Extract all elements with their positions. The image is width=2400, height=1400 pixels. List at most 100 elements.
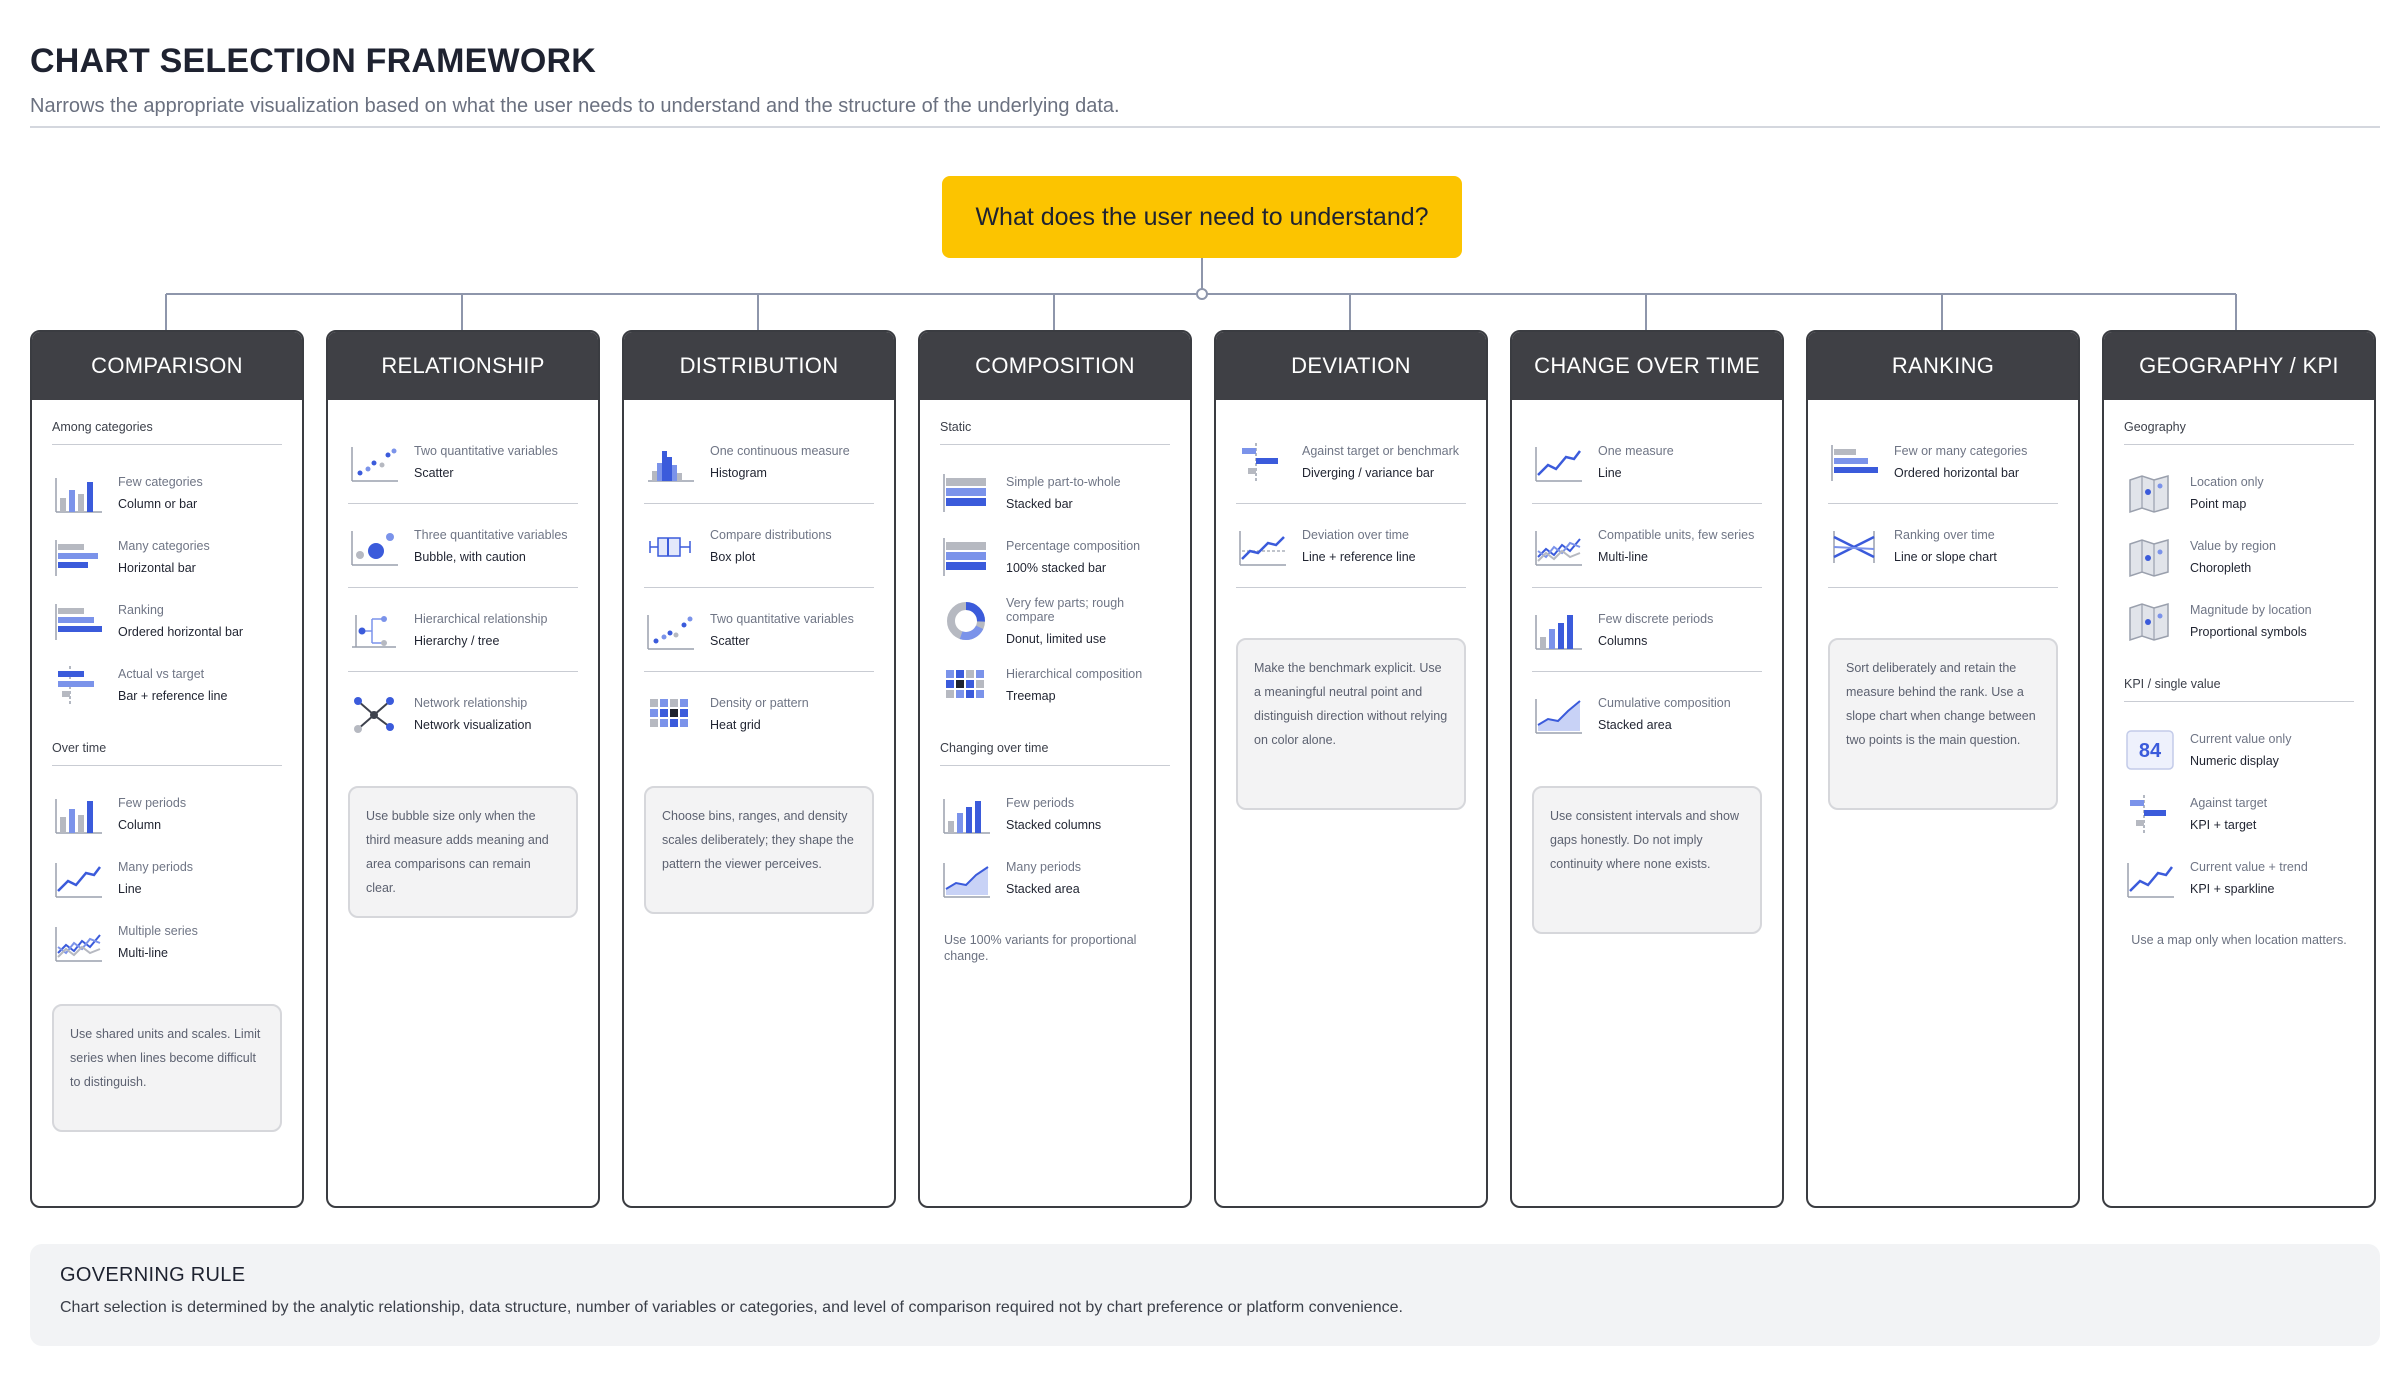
item-value: Line + reference line — [1302, 549, 1416, 564]
item-label: Magnitude by location — [2190, 603, 2312, 617]
item-value: KPI + sparkline — [2190, 882, 2275, 896]
list-item: Few discrete periods Columns — [1532, 588, 1762, 672]
column-note: Choose bins, ranges, and density scales … — [644, 786, 874, 914]
item-value: Stacked columns — [1006, 818, 1102, 832]
list-item: Three quantitative variables Bubble, wit… — [348, 504, 578, 588]
item-value: Bar + reference line — [118, 689, 228, 703]
item-label: Many periods — [1006, 860, 1082, 874]
list-item: Few periods Stacked columns — [940, 782, 1170, 846]
item-value: Ordered horizontal bar — [118, 625, 244, 639]
kpi-target-icon — [2130, 795, 2166, 835]
column-ranking: RANKING Few or many categories Ordered h… — [1806, 330, 2080, 1208]
hierarchy-icon — [352, 614, 396, 648]
list-item: Density or pattern Heat grid — [644, 672, 874, 756]
item-value: Columns — [1598, 633, 1648, 648]
line-chart-icon — [55, 863, 102, 898]
item-label: One measure — [1598, 443, 1674, 458]
item-value: Multi-line — [1598, 549, 1649, 564]
stacked-area-icon — [1535, 699, 1582, 734]
item-label: Simple part-to-whole — [1006, 475, 1121, 489]
map-icon — [2129, 475, 2169, 514]
item-value: Column — [118, 818, 162, 832]
ordered-bar-icon — [55, 604, 102, 640]
section-label: KPI / single value — [2124, 677, 2354, 702]
item-value: Ordered horizontal bar — [1894, 465, 2020, 480]
item-value: Point map — [2190, 497, 2247, 511]
sparkline-icon — [2127, 863, 2174, 898]
item-label: Current value + trend — [2190, 860, 2308, 874]
item-label: Value by region — [2190, 539, 2276, 553]
item-label: Few categories — [118, 475, 203, 489]
item-label: Three quantitative variables — [414, 527, 568, 542]
list-item: Few periods Column — [52, 782, 282, 846]
stacked-columns-icon — [943, 799, 990, 834]
line-chart-icon — [1535, 446, 1582, 482]
item-label: Network relationship — [414, 696, 528, 710]
list-item: Very few parts; rough compare Donut, lim… — [940, 589, 1170, 653]
column-title: RELATIONSHIP — [328, 332, 598, 400]
column-comparison: COMPARISON Among categories Few categori… — [30, 330, 304, 1208]
list-item: Network relationship Network visualizati… — [348, 672, 578, 756]
page-title: CHART SELECTION FRAMEWORK — [30, 42, 596, 80]
column-title: DISTRIBUTION — [624, 332, 894, 400]
column-title: DEVIATION — [1216, 332, 1486, 400]
item-label: Few discrete periods — [1598, 611, 1714, 626]
column-title: CHANGE OVER TIME — [1512, 332, 1782, 400]
governing-rule: GOVERNING RULE Chart selection is determ… — [30, 1244, 2380, 1346]
item-value: Multi-line — [118, 946, 169, 960]
multi-line-icon — [55, 927, 102, 962]
item-label: Hierarchical composition — [1006, 667, 1143, 681]
list-item: Value by region Choropleth — [2124, 525, 2354, 589]
item-value: KPI + target — [2190, 818, 2257, 832]
header: CHART SELECTION FRAMEWORK Narrows the ap… — [30, 42, 2380, 118]
item-label: Against target or benchmark — [1302, 443, 1460, 458]
column-title: GEOGRAPHY / KPI — [2104, 332, 2374, 400]
section-label: Geography — [2124, 420, 2354, 445]
histogram-icon — [648, 450, 694, 482]
item-label: Location only — [2190, 475, 2264, 489]
map-icon — [2129, 539, 2169, 578]
section-label: Over time — [52, 741, 282, 766]
item-label: Compare distributions — [710, 527, 832, 542]
list-item: Hierarchical composition Treemap — [940, 653, 1170, 717]
central-question: What does the user need to understand? — [942, 176, 1462, 258]
list-item: Cumulative composition Stacked area — [1532, 672, 1762, 756]
column-change-over-time: CHANGE OVER TIME One measure Line Compat… — [1510, 330, 1784, 1208]
item-label: Ranking — [118, 603, 164, 617]
item-label: Against target — [2190, 796, 2268, 810]
item-value: Stacked area — [1006, 882, 1080, 896]
item-label: Ranking over time — [1894, 527, 1995, 542]
item-value: Donut, limited use — [1006, 632, 1107, 646]
page-subtitle: Narrows the appropriate visualization ba… — [30, 95, 1120, 117]
kpi-number-icon: 84 — [2126, 730, 2174, 770]
item-label: Few or many categories — [1894, 443, 2028, 458]
column-title: COMPOSITION — [920, 332, 1190, 400]
item-label: Few periods — [1006, 796, 1075, 810]
list-item: Compatible units, few series Multi-line — [1532, 504, 1762, 588]
item-value: Heat grid — [710, 718, 761, 732]
item-value: Hierarchy / tree — [414, 633, 500, 648]
list-item: Ranking Ordered horizontal bar — [52, 589, 282, 653]
list-item: Magnitude by location Proportional symbo… — [2124, 589, 2354, 653]
item-label: Few periods — [118, 796, 187, 810]
item-value: Box plot — [710, 549, 756, 564]
scatter-icon — [647, 614, 694, 650]
list-item: Against target KPI + target — [2124, 782, 2354, 846]
scatter-icon — [351, 446, 398, 482]
column-composition: COMPOSITION Static Simple part-to-whole … — [918, 330, 1192, 1208]
column-title: RANKING — [1808, 332, 2078, 400]
section-label: Changing over time — [940, 741, 1170, 766]
stacked-bar-icon — [943, 474, 986, 512]
list-item: Location only Point map — [2124, 461, 2354, 525]
item-value: Scatter — [710, 633, 750, 648]
diverging-bar-icon — [1242, 442, 1278, 483]
list-item: Many periods Stacked area — [940, 846, 1170, 910]
item-label: One continuous measure — [710, 443, 850, 458]
header-divider — [30, 126, 2380, 128]
column-note: Make the benchmark explicit. Use a meani… — [1236, 638, 1466, 810]
item-value: Bubble, with caution — [414, 549, 526, 564]
column-chart-icon — [55, 799, 102, 834]
column-note: Use bubble size only when the third meas… — [348, 786, 578, 918]
item-label: Current value only — [2190, 732, 2292, 746]
list-item: Two quantitative variables Scatter — [348, 420, 578, 504]
